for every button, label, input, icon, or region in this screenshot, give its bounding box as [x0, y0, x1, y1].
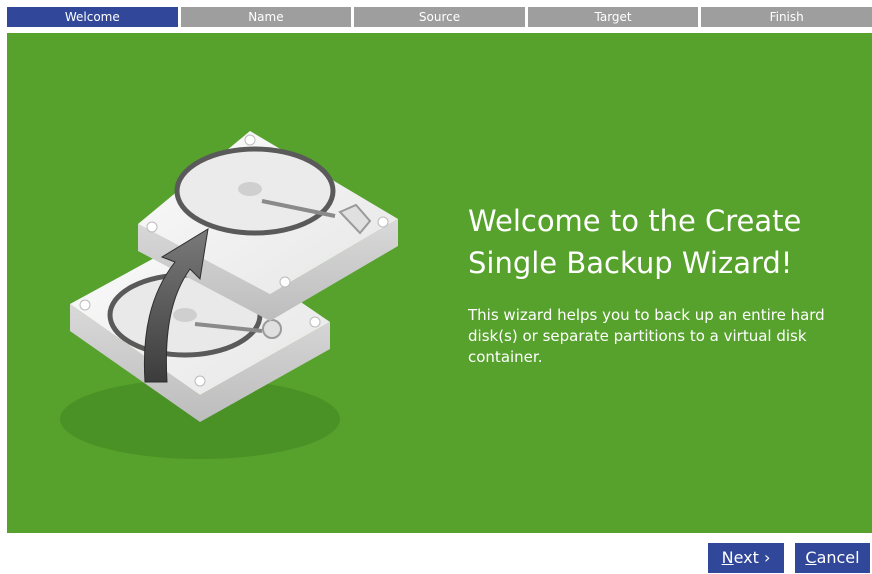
step-source: Source [354, 7, 525, 27]
hard-disk-copy-icon [60, 131, 398, 459]
cancel-button[interactable]: Cancel [795, 543, 870, 573]
next-label: ext [733, 548, 759, 567]
step-name: Name [180, 7, 352, 27]
welcome-panel: Welcome to the Create Single Backup Wiza… [7, 33, 872, 533]
welcome-description: This wizard helps you to back up an enti… [468, 306, 825, 366]
welcome-title: Welcome to the Create Single Backup Wiza… [468, 200, 858, 284]
step-finish: Finish [701, 7, 872, 27]
wizard-window: Welcome Name Source Target Finish Welcom… [0, 0, 872, 574]
welcome-title-line-1: Welcome to the Create [468, 204, 802, 238]
wizard-step-bar: Welcome Name Source Target Finish [7, 7, 872, 27]
cancel-mnemonic: C [805, 548, 817, 567]
next-button[interactable]: Next › [708, 543, 784, 573]
next-mnemonic: N [721, 548, 734, 567]
cancel-label: ancel [816, 548, 860, 567]
step-welcome: Welcome [7, 7, 178, 27]
step-target: Target [527, 7, 699, 27]
welcome-title-line-2: Single Backup Wizard! [468, 246, 793, 280]
next-arrow-icon: › [763, 548, 771, 567]
